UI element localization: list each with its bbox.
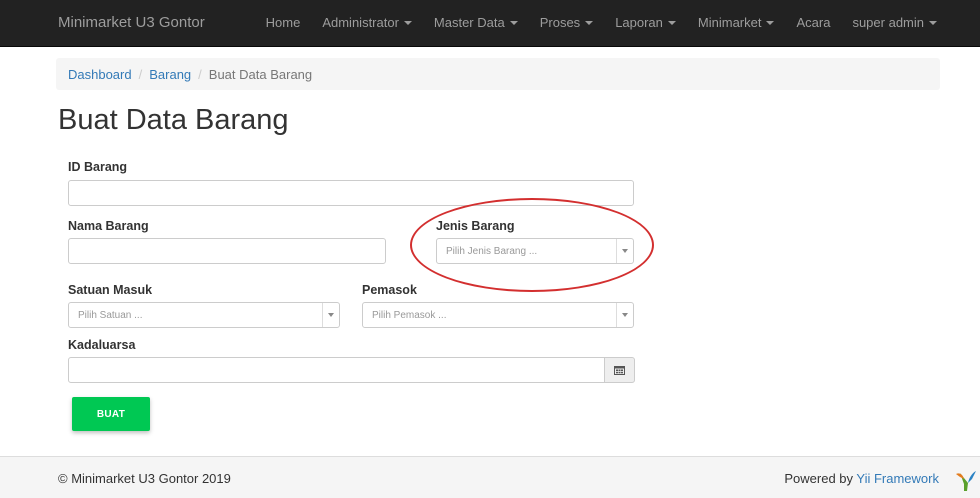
kadaluarsa-date-input[interactable]	[68, 357, 605, 383]
caret-down-icon	[667, 21, 676, 25]
calendar-icon[interactable]	[605, 357, 635, 383]
id-barang-label: ID Barang	[68, 160, 128, 174]
caret-down-icon	[766, 21, 775, 25]
nav-item-label: Laporan	[615, 15, 663, 30]
top-navbar: Minimarket U3 Gontor Home Administrator …	[0, 0, 980, 47]
breadcrumb-link-dashboard[interactable]: Dashboard	[68, 67, 132, 82]
buat-submit-button[interactable]: BUAT	[72, 397, 150, 431]
nama-barang-input[interactable]	[68, 238, 386, 264]
breadcrumb-separator: /	[198, 66, 202, 82]
nav-item-label: Home	[265, 15, 301, 30]
breadcrumb-link-barang[interactable]: Barang	[149, 67, 191, 82]
breadcrumb-separator: /	[138, 66, 143, 82]
caret-down-icon	[403, 21, 412, 25]
dropdown-arrow-icon[interactable]	[322, 303, 339, 327]
nav-item-user-menu[interactable]: super admin	[841, 0, 948, 46]
id-barang-input[interactable]	[68, 180, 634, 206]
yii-framework-link[interactable]: Yii Framework	[856, 471, 939, 486]
caret-down-icon	[929, 21, 937, 25]
footer: © Minimarket U3 Gontor 2019 Powered by Y…	[0, 456, 980, 498]
pemasok-label: Pemasok	[362, 283, 417, 297]
nav-item-home[interactable]: Home	[255, 0, 312, 46]
nav-item-label: Acara	[796, 15, 831, 30]
select-placeholder: Pilih Jenis Barang ...	[446, 245, 538, 257]
dropdown-arrow-icon[interactable]	[616, 239, 633, 263]
breadcrumb-current: Buat Data Barang	[208, 66, 313, 82]
nav-item-label: Master Data	[433, 15, 505, 30]
nav-item-minimarket[interactable]: Minimarket	[687, 0, 786, 46]
dropdown-arrow-icon[interactable]	[616, 303, 633, 327]
nama-barang-label: Nama Barang	[68, 219, 149, 233]
jenis-barang-select[interactable]: Pilih Jenis Barang ...	[436, 238, 634, 264]
page-title: Buat Data Barang	[58, 104, 289, 136]
select-placeholder: Pilih Pemasok ...	[372, 309, 447, 321]
satuan-masuk-label: Satuan Masuk	[68, 283, 153, 297]
footer-powered-by: Powered by Yii Framework	[784, 471, 939, 486]
breadcrumb: Dashboard / Barang / Buat Data Barang	[56, 58, 940, 90]
nav-item-proses[interactable]: Proses	[529, 0, 604, 46]
caret-down-icon	[509, 21, 518, 25]
nav-item-label: super admin	[852, 15, 924, 30]
nav-item-label: Administrator	[322, 15, 399, 30]
nav-item-administrator[interactable]: Administrator	[311, 0, 423, 46]
kadaluarsa-label: Kadaluarsa	[68, 338, 136, 352]
select-placeholder: Pilih Satuan ...	[78, 309, 143, 321]
brand-link[interactable]: Minimarket U3 Gontor	[58, 14, 205, 31]
nav-menu: Home Administrator Master Data Proses La…	[255, 0, 948, 46]
jenis-barang-label: Jenis Barang	[436, 219, 515, 233]
nav-item-laporan[interactable]: Laporan	[604, 0, 687, 46]
caret-down-icon	[585, 21, 594, 25]
satuan-masuk-select[interactable]: Pilih Satuan ...	[68, 302, 340, 328]
nav-item-acara[interactable]: Acara	[785, 0, 841, 46]
yii-logo-icon	[956, 471, 976, 491]
powered-by-text: Powered by	[784, 471, 854, 486]
nav-item-master-data[interactable]: Master Data	[423, 0, 529, 46]
footer-copyright: © Minimarket U3 Gontor 2019	[58, 471, 231, 486]
pemasok-select[interactable]: Pilih Pemasok ...	[362, 302, 634, 328]
nav-item-label: Minimarket	[697, 15, 762, 30]
nav-item-label: Proses	[539, 15, 581, 30]
